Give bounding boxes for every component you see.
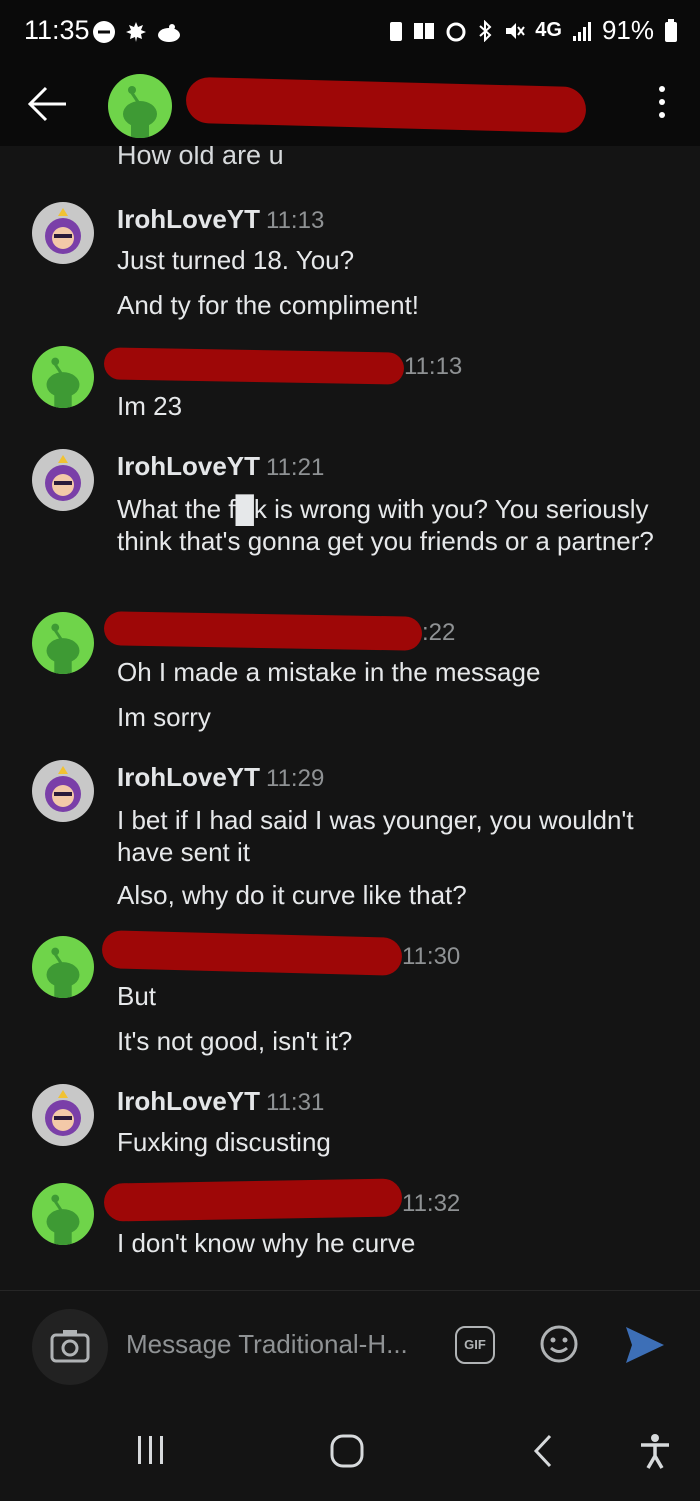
message-input[interactable]: Message Traditional-H... — [126, 1329, 436, 1360]
minus-circle-icon — [93, 21, 115, 43]
battery-saver-icon — [390, 21, 403, 41]
emoji-icon[interactable] — [540, 1325, 578, 1363]
user-avatar[interactable] — [32, 346, 94, 408]
message-text: Im sorry — [117, 702, 211, 732]
message-text: Also, why do it curve like that? — [117, 880, 467, 910]
header-avatar[interactable] — [108, 74, 172, 138]
user-avatar[interactable] — [32, 936, 94, 998]
redacted-username — [103, 1178, 403, 1222]
message-author[interactable]: IrohLoveYT 11:21 — [117, 451, 324, 482]
status-time: 11:35 — [24, 15, 90, 45]
kebab-menu-icon[interactable] — [656, 86, 668, 126]
bluetooth-icon — [479, 19, 492, 42]
accessibility-icon[interactable] — [638, 1432, 672, 1470]
anime-avatar-icon — [45, 1090, 81, 1136]
message-time: 11:31 — [266, 1089, 325, 1116]
message-text: What the f█k is wrong with you? You seri… — [117, 494, 654, 556]
mute-icon — [506, 22, 526, 39]
arrow-left-icon[interactable] — [26, 84, 68, 124]
message-time: 11:21 — [266, 454, 325, 481]
message-author[interactable]: IrohLoveYT 11:29 — [117, 762, 324, 793]
redacted-username — [103, 347, 405, 385]
reddit-snoo-icon — [46, 1194, 80, 1245]
message-text: But — [117, 981, 157, 1011]
message-text: It's not good, isn't it? — [117, 1026, 353, 1056]
user-avatar[interactable] — [32, 449, 94, 511]
user-avatar[interactable] — [32, 202, 94, 264]
anime-avatar-icon — [45, 208, 81, 254]
message-text: Just turned 18. You? — [117, 245, 355, 275]
signal-icon — [572, 21, 591, 41]
network-type: 4G — [535, 19, 562, 41]
message-time: 11:30 — [402, 943, 461, 970]
message-text: And ty for the compliment! — [117, 290, 420, 320]
camera-button[interactable] — [32, 1309, 108, 1385]
partial-message: How old are u — [117, 146, 284, 170]
message-time: 11:29 — [266, 765, 325, 792]
message-time: 11:13 — [266, 207, 325, 234]
redacted-username — [103, 611, 423, 651]
redacted-username — [185, 76, 587, 134]
message-text: Im 23 — [117, 391, 183, 421]
status-bar: 11:35 4G 91% — [0, 0, 700, 62]
reddit-snoo-icon — [46, 357, 80, 408]
maple-leaf-icon — [126, 22, 146, 42]
user-avatar[interactable] — [32, 1183, 94, 1245]
user-avatar[interactable] — [32, 760, 94, 822]
gif-button[interactable]: GIF — [455, 1326, 495, 1364]
message-composer: Message Traditional-H... GIF — [0, 1290, 700, 1401]
recents-icon[interactable] — [134, 1432, 168, 1468]
reddit-snoo-icon — [46, 947, 80, 998]
anime-avatar-icon — [45, 455, 81, 501]
message-time: 11:32 — [402, 1190, 461, 1217]
message-author[interactable]: IrohLoveYT 11:13 — [117, 204, 324, 235]
message-text: I don't know why he curve — [117, 1228, 416, 1258]
message-text: Oh I made a mistake in the message — [117, 657, 541, 687]
anime-avatar-icon — [45, 766, 81, 812]
user-avatar[interactable] — [32, 612, 94, 674]
chat-header — [0, 62, 700, 146]
message-text: Fuxking discusting — [117, 1127, 331, 1157]
reddit-snoo-icon — [46, 623, 80, 674]
system-nav-bar — [0, 1400, 700, 1501]
camera-icon — [50, 1330, 90, 1363]
back-icon[interactable] — [530, 1432, 558, 1470]
message-author[interactable]: IrohLoveYT 11:31 — [117, 1086, 324, 1117]
home-icon[interactable] — [328, 1432, 366, 1470]
message-time: 11:13 — [404, 353, 463, 380]
alarm-icon — [446, 22, 466, 41]
message-text: I bet if I had said I was younger, you w… — [117, 805, 634, 867]
message-time: :22 — [422, 619, 456, 646]
book-icon — [414, 22, 435, 39]
send-icon[interactable] — [624, 1325, 666, 1365]
message-list: How old are u IrohLoveYT 11:13 Just turne… — [0, 146, 700, 1290]
battery-icon — [665, 18, 677, 42]
user-avatar[interactable] — [32, 1084, 94, 1146]
cloud-icon — [158, 24, 180, 42]
battery-percent: 91% — [601, 15, 654, 45]
redacted-username — [101, 930, 403, 976]
reddit-snoo-icon — [123, 86, 157, 138]
